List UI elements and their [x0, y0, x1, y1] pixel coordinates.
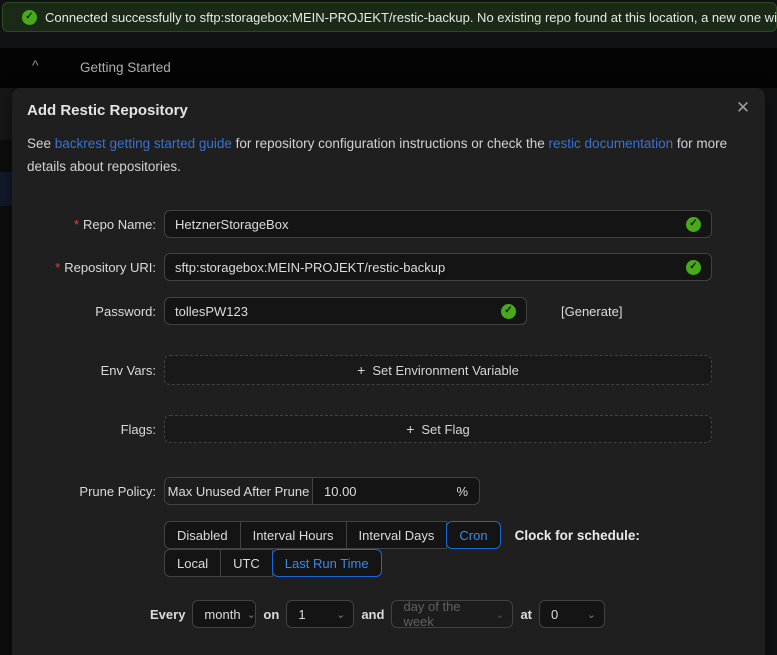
- repo-name-input[interactable]: HetznerStorageBox ✓: [164, 210, 712, 238]
- chevron-down-icon: ⌄: [587, 608, 596, 621]
- chevron-down-icon: ⌄: [247, 608, 256, 621]
- mode-interval-days-radio[interactable]: Interval Days: [346, 521, 448, 549]
- cron-day-of-week-select: day of the week ⌄: [391, 600, 513, 628]
- repo-name-row: *Repo Name: HetznerStorageBox ✓: [12, 210, 765, 238]
- selected-item-tint: [0, 172, 12, 206]
- repo-uri-input[interactable]: sftp:storagebox:MEIN-PROJEKT/restic-back…: [164, 253, 712, 281]
- percent-suffix: %: [456, 484, 468, 499]
- add-flag-button[interactable]: + Set Flag: [164, 415, 712, 443]
- schedule-mode-group: Disabled Interval Hours Interval Days Cr…: [164, 521, 501, 549]
- password-input[interactable]: tollesPW123 ✓: [164, 297, 527, 325]
- chevron-down-icon: ⌄: [495, 608, 504, 621]
- prune-policy-label: Prune Policy:: [12, 484, 160, 499]
- password-label: Password:: [12, 304, 160, 319]
- password-value: tollesPW123: [175, 304, 501, 319]
- flags-row: Flags: + Set Flag: [12, 415, 765, 443]
- max-unused-value: 10.00: [324, 484, 357, 499]
- repo-name-value: HetznerStorageBox: [175, 217, 686, 232]
- success-alert: ✓ Connected successfully to sftp:storage…: [2, 2, 777, 32]
- clock-local-radio[interactable]: Local: [164, 549, 221, 577]
- check-circle-icon: ✓: [22, 10, 37, 25]
- prune-policy-row: Prune Policy: Max Unused After Prune 10.…: [12, 477, 765, 505]
- cron-period-select[interactable]: month ⌄: [192, 600, 256, 628]
- panel-tint: [0, 88, 12, 140]
- cron-day-of-week-value: day of the week: [403, 599, 489, 629]
- generate-password-button[interactable]: [Generate]: [561, 304, 622, 319]
- background-sidebar-strip: [0, 88, 12, 655]
- clock-utc-radio[interactable]: UTC: [220, 549, 273, 577]
- repo-uri-value: sftp:storagebox:MEIN-PROJEKT/restic-back…: [175, 260, 686, 275]
- required-marker: *: [55, 260, 60, 275]
- mode-disabled-radio[interactable]: Disabled: [164, 521, 241, 549]
- repo-name-label: *Repo Name:: [12, 217, 160, 232]
- and-label: and: [361, 607, 384, 622]
- required-marker: *: [74, 217, 79, 232]
- cron-period-value: month: [204, 607, 240, 622]
- valid-check-icon: ✓: [686, 217, 701, 232]
- prune-policy-field: Max Unused After Prune 10.00 %: [164, 477, 480, 505]
- close-icon[interactable]: ✕: [731, 96, 755, 120]
- prune-addon-label: Max Unused After Prune: [165, 478, 313, 504]
- add-flag-label: Set Flag: [421, 422, 469, 437]
- mode-cron-radio[interactable]: Cron: [446, 521, 500, 549]
- valid-check-icon: ✓: [501, 304, 516, 319]
- add-env-var-button[interactable]: + Set Environment Variable: [164, 355, 712, 385]
- collapse-caret-icon[interactable]: ^: [32, 57, 39, 73]
- valid-check-icon: ✓: [686, 260, 701, 275]
- clock-row: Local UTC Last Run Time: [12, 549, 765, 577]
- chevron-down-icon: ⌄: [336, 608, 345, 621]
- getting-started-panel-header: ^ Getting Started: [0, 48, 777, 88]
- add-repo-modal: Add Restic Repository ✕ See backrest get…: [12, 88, 765, 655]
- repo-uri-label: *Repository URI:: [12, 260, 160, 275]
- flags-label: Flags:: [12, 422, 160, 437]
- modal-description: See backrest getting started guide for r…: [27, 132, 745, 178]
- restic-docs-link[interactable]: restic documentation: [549, 136, 674, 151]
- max-unused-input[interactable]: 10.00 %: [313, 478, 479, 504]
- cron-hour-select[interactable]: 0 ⌄: [539, 600, 605, 628]
- password-row: Password: tollesPW123 ✓ [Generate]: [12, 297, 765, 325]
- getting-started-header[interactable]: Getting Started: [80, 60, 171, 75]
- cron-builder-row: Every month ⌄ on 1 ⌄ and day of the week…: [150, 600, 605, 628]
- desc-text-2: for repository configuration instruction…: [232, 136, 549, 151]
- env-vars-label: Env Vars:: [12, 363, 160, 378]
- clock-for-schedule-label: Clock for schedule:: [515, 528, 640, 543]
- add-env-var-label: Set Environment Variable: [372, 363, 518, 378]
- cron-day-of-month-select[interactable]: 1 ⌄: [286, 600, 354, 628]
- every-label: Every: [150, 607, 185, 622]
- env-vars-row: Env Vars: + Set Environment Variable: [12, 355, 765, 385]
- desc-text-1: See: [27, 136, 55, 151]
- schedule-mode-row: Disabled Interval Hours Interval Days Cr…: [12, 521, 765, 549]
- mode-interval-hours-radio[interactable]: Interval Hours: [240, 521, 347, 549]
- backrest-guide-link[interactable]: backrest getting started guide: [55, 136, 232, 151]
- on-label: on: [263, 607, 279, 622]
- alert-message: Connected successfully to sftp:storagebo…: [45, 10, 777, 25]
- cron-hour-value: 0: [551, 607, 558, 622]
- clock-group: Local UTC Last Run Time: [164, 549, 382, 577]
- at-label: at: [520, 607, 532, 622]
- modal-title: Add Restic Repository: [27, 102, 188, 119]
- clock-last-run-time-radio[interactable]: Last Run Time: [272, 549, 382, 577]
- plus-icon: +: [406, 421, 414, 437]
- repo-uri-row: *Repository URI: sftp:storagebox:MEIN-PR…: [12, 253, 765, 281]
- plus-icon: +: [357, 362, 365, 378]
- cron-day-of-month-value: 1: [298, 607, 305, 622]
